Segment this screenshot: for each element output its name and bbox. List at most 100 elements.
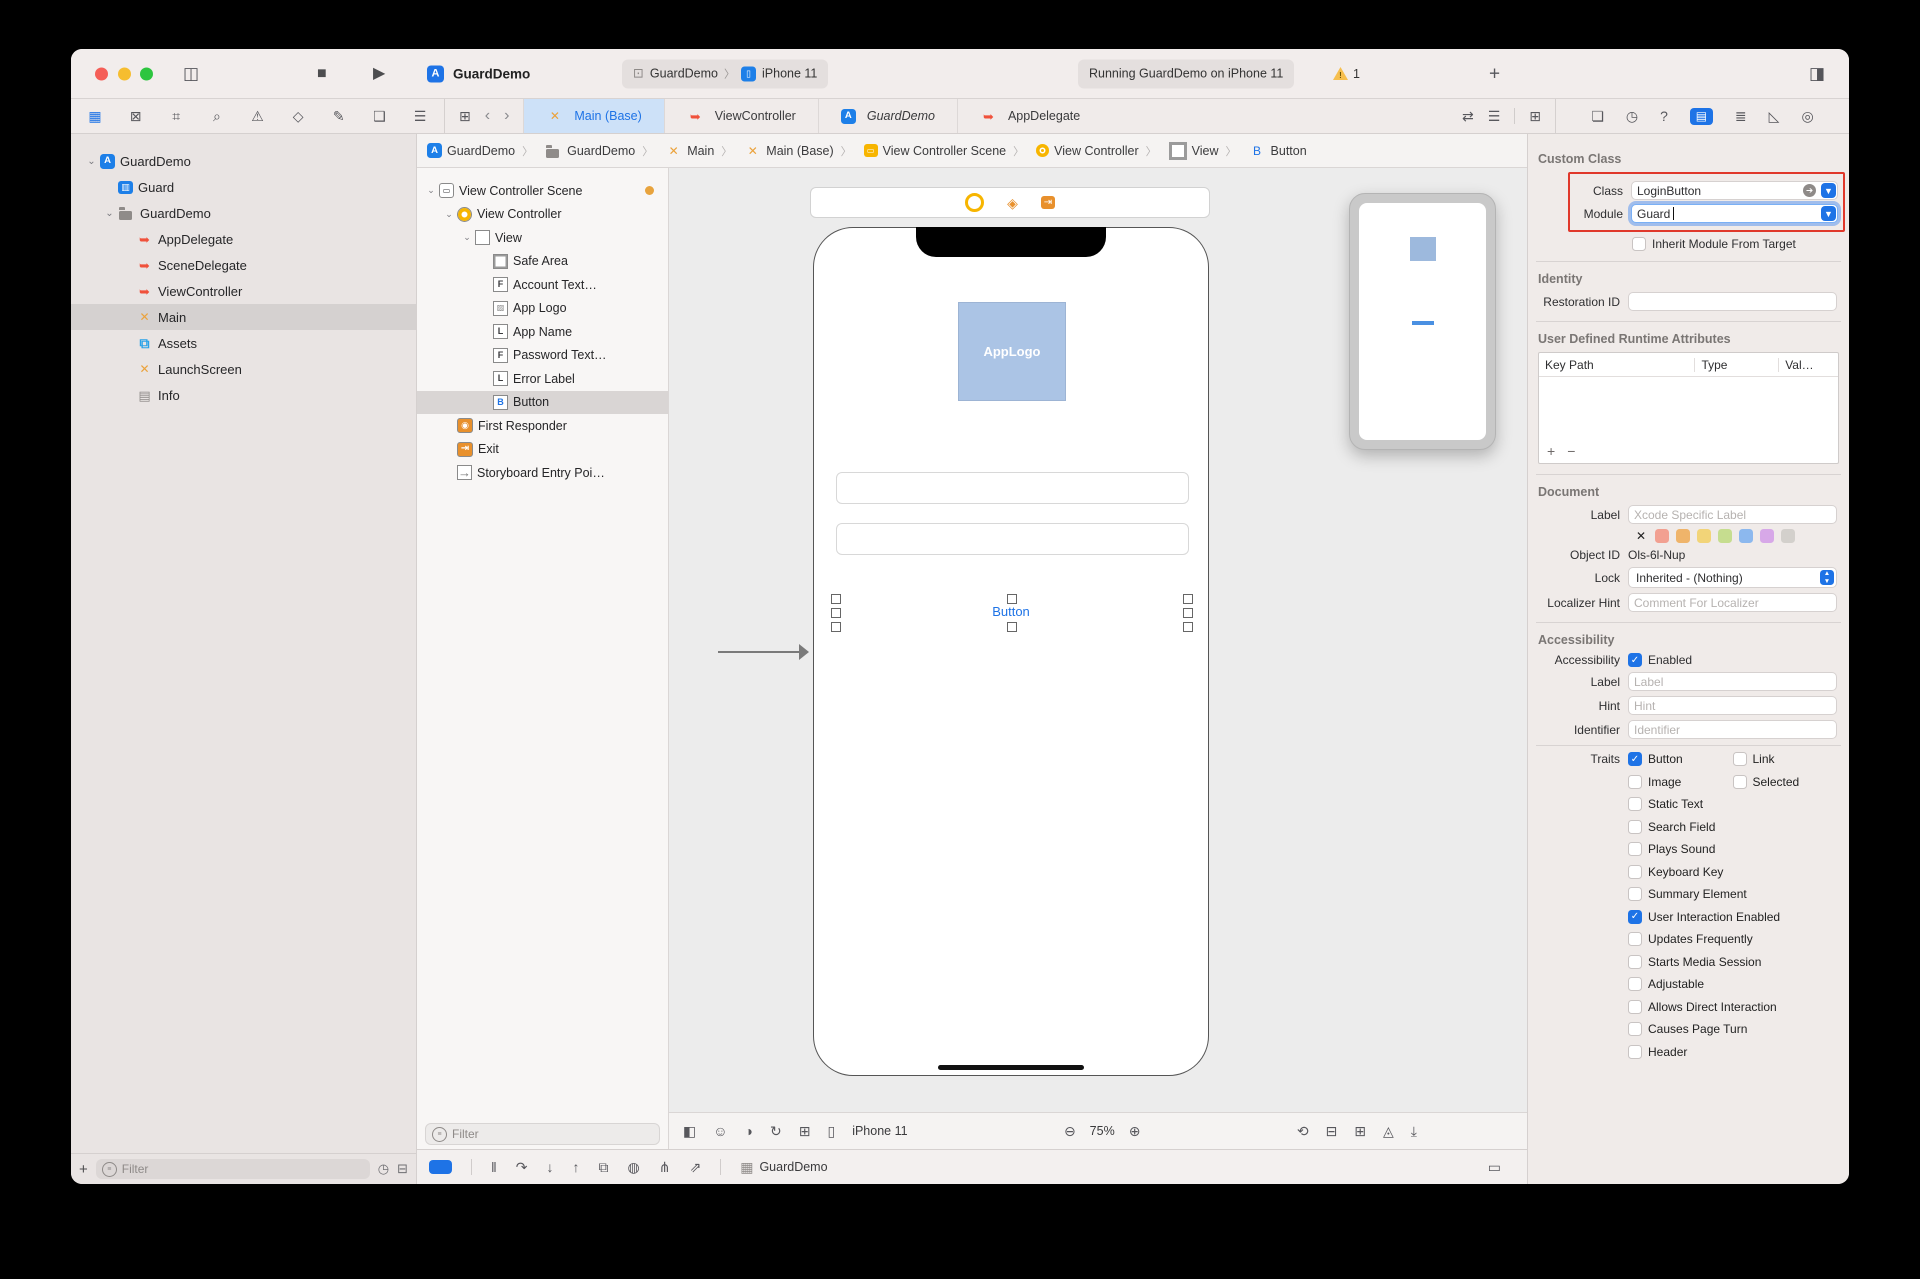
outline-row[interactable]: ⌄ Account Text… (417, 273, 668, 297)
outline-row[interactable]: ⌄ Button (417, 391, 668, 415)
inherit-module-checkbox[interactable] (1632, 237, 1646, 251)
document-label-field[interactable] (1628, 505, 1837, 524)
simulate-location-icon[interactable]: ⇗ (689, 1159, 701, 1176)
disclosure-chevron-icon[interactable]: ⌄ (103, 208, 116, 219)
report-navigator-icon[interactable]: ☰ (410, 108, 430, 125)
project-tree-row[interactable]: ⌄ AppDelegate (71, 226, 416, 252)
project-tree-row[interactable]: ⌄ GuardDemo (71, 200, 416, 226)
app-logo-view[interactable]: AppLogo (958, 302, 1066, 401)
trait-checkbox[interactable] (1628, 977, 1642, 991)
color-swatch[interactable] (1676, 529, 1690, 543)
trait-checkbox[interactable] (1628, 1000, 1642, 1014)
attributes-inspector-icon[interactable]: ≣ (1735, 108, 1747, 125)
source-control-navigator-icon[interactable]: ⊠ (126, 108, 146, 125)
inspector-toggle-icon[interactable]: ◨ (1809, 64, 1825, 84)
color-swatch[interactable] (1697, 529, 1711, 543)
scm-status-filter-icon[interactable]: ⊟ (397, 1161, 408, 1177)
environment-overrides-icon[interactable]: ⋔ (659, 1159, 671, 1176)
outline-row[interactable]: ⌄ View Controller Scene (417, 179, 668, 203)
breadcrumb-segment[interactable]: View Controller Scene (834, 143, 1006, 159)
project-tree-row[interactable]: ⌄ LaunchScreen (71, 356, 416, 382)
breadcrumb-segment[interactable]: GuardDemo (427, 143, 515, 158)
breakpoint-navigator-icon[interactable]: ❑ (369, 108, 389, 125)
outline-row[interactable]: ⌄ Safe Area (417, 250, 668, 274)
zoom-in-icon[interactable]: ⊕ (1129, 1123, 1141, 1140)
project-tree-row[interactable]: ⌄ Main (71, 304, 416, 330)
tab-overview-icon[interactable]: ⊞ (459, 108, 471, 125)
accessibility-label-field[interactable] (1628, 672, 1837, 691)
step-over-icon[interactable]: ↷ (516, 1159, 528, 1176)
pause-icon[interactable]: ‖ (491, 1159, 497, 1176)
selection-handle[interactable] (1183, 622, 1193, 632)
project-tree-row[interactable]: ⌄ Info (71, 382, 416, 408)
outline-row[interactable]: ⌄ Error Label (417, 367, 668, 391)
minimize-window-button[interactable] (118, 67, 131, 80)
recent-files-filter-icon[interactable]: ◷ (378, 1161, 389, 1177)
device-label[interactable]: iPhone 11 (852, 1124, 907, 1138)
trait-checkbox[interactable] (1628, 1022, 1642, 1036)
lock-dropdown[interactable]: Inherited - (Nothing) ▲▼ (1628, 567, 1837, 588)
zoom-level[interactable]: 75% (1090, 1124, 1115, 1138)
breadcrumb-segment[interactable]: Button (1219, 143, 1307, 159)
view-controller-dock-icon[interactable] (965, 193, 984, 212)
outline-row[interactable]: ⌄ Exit (417, 438, 668, 462)
preview-minimap[interactable] (1349, 193, 1496, 450)
accessibility-enabled-checkbox[interactable] (1628, 653, 1642, 667)
breadcrumb-segment[interactable]: View (1139, 142, 1219, 160)
exit-dock-icon[interactable] (1041, 196, 1055, 209)
sidebar-toggle-icon[interactable]: ◫ (183, 64, 199, 84)
color-swatch[interactable] (1739, 529, 1753, 543)
debug-target[interactable]: ▦ GuardDemo (740, 1159, 827, 1176)
close-window-button[interactable] (95, 67, 108, 80)
remove-attribute-button[interactable]: − (1567, 443, 1575, 459)
history-inspector-icon[interactable]: ◷ (1626, 108, 1638, 125)
localizer-hint-field[interactable] (1628, 593, 1837, 612)
breadcrumb-segment[interactable]: GuardDemo (515, 143, 635, 159)
canvas-area[interactable]: AppLogo Button (669, 168, 1527, 1112)
accessibility-icon[interactable]: ☺ (713, 1123, 727, 1140)
identity-inspector-icon[interactable]: ▤ (1690, 108, 1713, 125)
breadcrumb-segment[interactable]: Main (Base) (714, 143, 833, 159)
jump-to-class-icon[interactable]: ➔ (1803, 184, 1816, 197)
project-navigator-icon[interactable]: ▦ (85, 108, 105, 125)
add-editor-icon[interactable]: ⊞ (1529, 108, 1541, 125)
debug-navigator-icon[interactable]: ✎ (329, 108, 349, 125)
accessibility-identifier-field[interactable] (1628, 720, 1837, 739)
outline-row[interactable]: ⌄ View (417, 226, 668, 250)
zoom-window-button[interactable] (140, 67, 153, 80)
color-swatch[interactable] (1781, 529, 1795, 543)
outline-row[interactable]: ⌄ View Controller (417, 203, 668, 227)
project-tree-row[interactable]: ⌄ GuardDemo (71, 148, 416, 174)
accessibility-hint-field[interactable] (1628, 696, 1837, 715)
warning-badge[interactable]: ! 1 (1333, 67, 1360, 81)
selection-handle[interactable] (831, 594, 841, 604)
outline-row[interactable]: ⌄ App Name (417, 320, 668, 344)
find-navigator-icon[interactable]: ⌕ (207, 108, 227, 125)
file-inspector-icon[interactable]: ❏ (1591, 108, 1604, 125)
clear-color-button[interactable]: ✕ (1636, 529, 1646, 543)
add-constraints-icon[interactable]: ⊞ (1354, 1123, 1366, 1140)
test-navigator-icon[interactable]: ◇ (288, 108, 308, 125)
appearance-icon[interactable]: ◑ (745, 1123, 753, 1140)
trait-checkbox[interactable] (1628, 955, 1642, 969)
connections-inspector-icon[interactable]: ◎ (1801, 108, 1813, 125)
class-dropdown-icon[interactable]: ▼ (1821, 183, 1836, 198)
outline-row[interactable]: ⌄ App Logo (417, 297, 668, 321)
breadcrumb-segment[interactable]: View Controller (1006, 143, 1139, 159)
trait-checkbox[interactable] (1628, 775, 1642, 789)
orientation-icon[interactable]: ↻ (770, 1123, 782, 1140)
trait-checkbox[interactable] (1733, 775, 1747, 789)
selection-handle[interactable] (1183, 608, 1193, 618)
trait-checkbox[interactable] (1733, 752, 1747, 766)
storyboard-entry-arrow[interactable] (718, 651, 802, 653)
runtime-attributes-table[interactable]: Key Path Type Val… + − (1538, 352, 1839, 464)
disclosure-chevron-icon[interactable]: ⌄ (461, 232, 473, 243)
split-view-icon[interactable]: ⊞ (799, 1123, 811, 1140)
view-hierarchy-icon[interactable]: ⧉ (599, 1159, 609, 1176)
symbol-navigator-icon[interactable]: ⌗ (166, 108, 186, 125)
selection-handle[interactable] (1007, 594, 1017, 604)
selection-handle[interactable] (1183, 594, 1193, 604)
trait-checkbox[interactable] (1628, 752, 1642, 766)
scheme-selector[interactable]: ⊡ GuardDemo 〉 ▯ iPhone 11 (622, 59, 828, 88)
login-button[interactable]: Button (814, 604, 1208, 619)
